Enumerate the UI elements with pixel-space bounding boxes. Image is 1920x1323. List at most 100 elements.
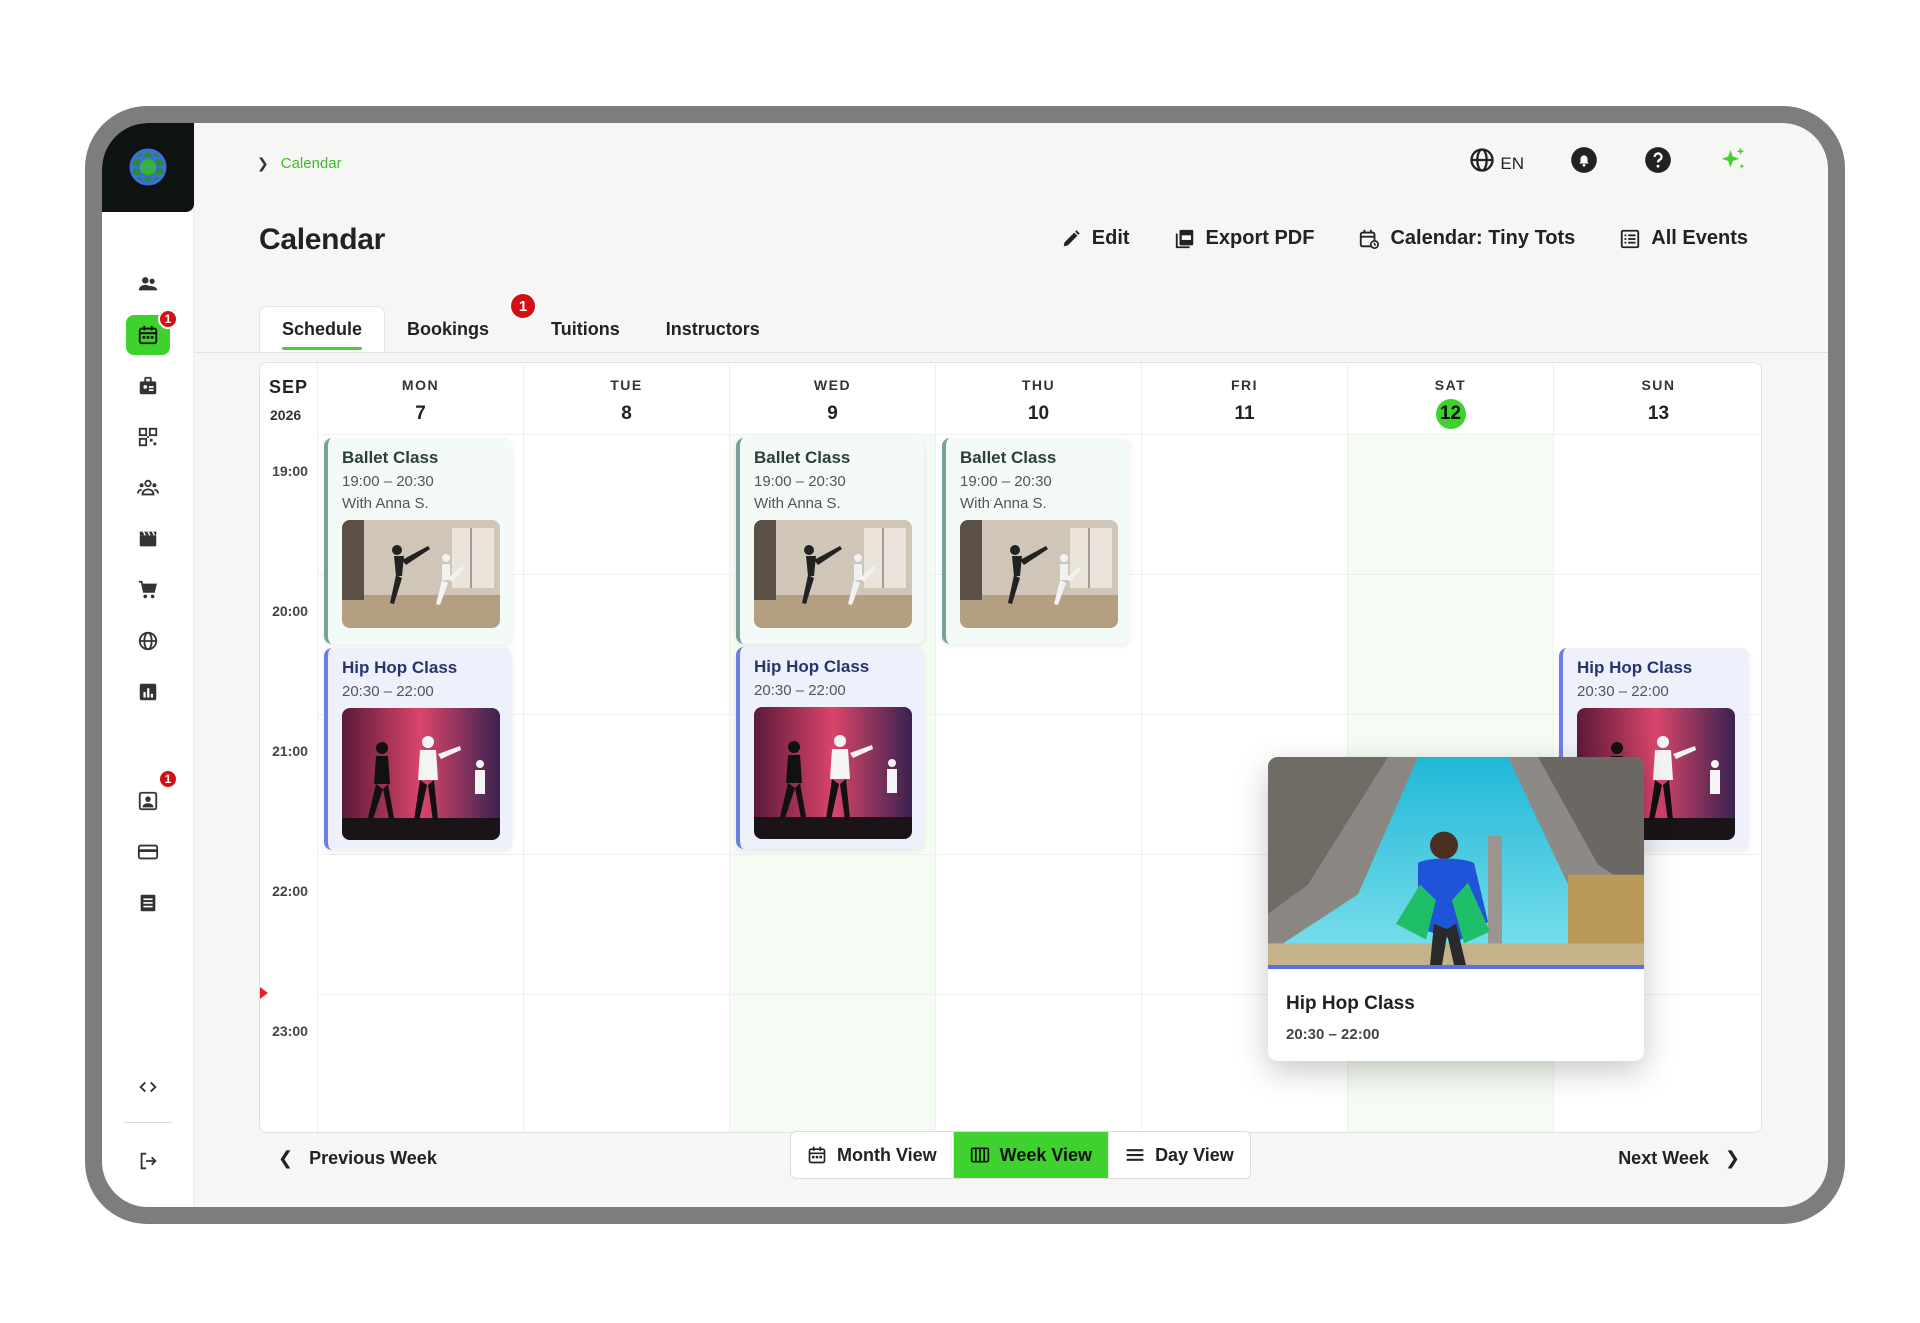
time-gutter: SEP 2026 19:00 20:00 21:00 22:00 23:00 bbox=[260, 363, 318, 1132]
sidebar-item-qr[interactable] bbox=[126, 417, 170, 457]
day-header: WED 9 bbox=[730, 363, 935, 434]
credit-card-icon bbox=[137, 844, 159, 860]
week-view-button[interactable]: Week View bbox=[953, 1132, 1110, 1178]
month-view-button[interactable]: Month View bbox=[791, 1132, 954, 1178]
pdf-icon bbox=[1175, 229, 1193, 248]
globe-icon bbox=[1470, 148, 1495, 172]
app-logo[interactable] bbox=[102, 123, 194, 212]
hour-label: 23:00 bbox=[272, 1023, 308, 1039]
globe-logo-icon bbox=[129, 148, 167, 186]
next-week-button[interactable]: Next Week ❯ bbox=[1618, 1148, 1740, 1169]
sidebar-item-groups[interactable] bbox=[126, 468, 170, 508]
popup-time: 20:30 – 22:00 bbox=[1286, 1026, 1380, 1043]
day-view-button[interactable]: Day View bbox=[1109, 1132, 1250, 1178]
badge-icon bbox=[139, 376, 157, 395]
chevron-right-icon: ❯ bbox=[257, 155, 269, 171]
day-header: MON 7 bbox=[318, 363, 523, 434]
event-ballet-thu[interactable]: Ballet Class 19:00 – 20:30 With Anna S. bbox=[942, 438, 1130, 644]
day-header: SAT 12 bbox=[1348, 363, 1553, 434]
hour-label: 20:00 bbox=[272, 603, 308, 619]
tab-instructors[interactable]: Instructors bbox=[644, 306, 782, 352]
help-button[interactable] bbox=[1644, 146, 1672, 174]
sidebar-item-website[interactable] bbox=[126, 621, 170, 661]
export-pdf-button[interactable]: Export PDF bbox=[1174, 227, 1314, 250]
sidebar-item-invoices[interactable] bbox=[126, 883, 170, 923]
sparkle-icon bbox=[1721, 147, 1745, 169]
sidebar-item-users[interactable] bbox=[126, 264, 170, 304]
calendar-select-button[interactable]: Calendar: Tiny Tots bbox=[1358, 227, 1575, 250]
ballet-thumbnail bbox=[960, 520, 1118, 628]
hour-label: 22:00 bbox=[272, 883, 308, 899]
sidebar-item-logout[interactable] bbox=[126, 1141, 170, 1181]
year-label: 2026 bbox=[270, 407, 302, 423]
top-actions: EN bbox=[1468, 145, 1748, 175]
day-header: SUN 13 bbox=[1554, 363, 1761, 434]
edit-button[interactable]: Edit bbox=[1060, 227, 1130, 250]
sidebar-item-contacts[interactable]: 1 bbox=[126, 769, 178, 821]
sidebar: 1 1 bbox=[102, 123, 194, 1207]
breadcrumb-current[interactable]: Calendar bbox=[281, 155, 342, 172]
notifications-button[interactable] bbox=[1570, 146, 1598, 174]
tab-schedule[interactable]: Schedule bbox=[259, 306, 386, 352]
tabs-divider bbox=[194, 352, 1828, 353]
users-icon bbox=[138, 277, 158, 291]
event-ballet-mon[interactable]: Ballet Class 19:00 – 20:30 With Anna S. bbox=[324, 438, 512, 644]
sidebar-item-embed[interactable] bbox=[126, 1067, 170, 1107]
ai-assistant-button[interactable] bbox=[1718, 145, 1748, 175]
grid-line bbox=[318, 714, 1761, 715]
breadcrumb: ❯ Calendar bbox=[257, 155, 342, 172]
language-label: EN bbox=[1500, 154, 1524, 173]
previous-week-button[interactable]: ❮ Previous Week bbox=[278, 1148, 437, 1169]
event-hiphop-mon[interactable]: Hip Hop Class 20:30 – 22:00 bbox=[324, 648, 512, 850]
ballet-thumbnail bbox=[754, 520, 912, 628]
sidebar-item-shop[interactable] bbox=[126, 570, 170, 610]
sidebar-item-media[interactable] bbox=[126, 519, 170, 559]
calendar-icon bbox=[138, 325, 158, 345]
sidebar-divider bbox=[124, 1122, 172, 1123]
cart-icon bbox=[138, 580, 157, 599]
sidebar-item-payments[interactable] bbox=[126, 832, 170, 872]
all-events-button[interactable]: All Events bbox=[1619, 227, 1748, 250]
tab-tuitions[interactable]: Tuitions bbox=[529, 306, 642, 352]
day-header: FRI 11 bbox=[1142, 363, 1347, 434]
event-preview-popup[interactable]: Hip Hop Class 20:30 – 22:00 bbox=[1268, 757, 1644, 1061]
hiphop-thumbnail bbox=[342, 708, 500, 840]
group-icon bbox=[137, 479, 159, 496]
code-icon bbox=[139, 1081, 157, 1093]
chevron-left-icon: ❮ bbox=[278, 1148, 294, 1168]
clapper-icon bbox=[139, 531, 157, 547]
day-rows-icon bbox=[1126, 1149, 1144, 1161]
day-header: TUE 8 bbox=[524, 363, 729, 434]
event-hiphop-wed[interactable]: Hip Hop Class 20:30 – 22:00 bbox=[736, 647, 924, 849]
event-ballet-wed[interactable]: Ballet Class 19:00 – 20:30 With Anna S. bbox=[736, 438, 924, 644]
sidebar-item-reports[interactable] bbox=[126, 672, 170, 712]
ballet-thumbnail bbox=[342, 520, 500, 628]
month-label: SEP bbox=[269, 377, 309, 397]
language-button[interactable]: EN bbox=[1468, 146, 1524, 174]
page-title: Calendar bbox=[259, 223, 385, 256]
calendar-sync-icon bbox=[1360, 229, 1380, 249]
hiphop-thumbnail bbox=[754, 707, 912, 839]
chevron-right-icon: ❯ bbox=[1724, 1148, 1740, 1168]
grid-line bbox=[318, 434, 1761, 435]
qr-icon bbox=[138, 427, 158, 447]
pencil-icon bbox=[1063, 229, 1080, 246]
sidebar-item-calendar[interactable]: 1 bbox=[126, 309, 178, 355]
contact-card-icon bbox=[138, 791, 158, 811]
chart-icon bbox=[139, 683, 157, 701]
hour-label: 19:00 bbox=[272, 463, 308, 479]
calendar-badge: 1 bbox=[158, 309, 178, 329]
contacts-badge: 1 bbox=[158, 769, 178, 789]
today-marker[interactable]: 12 bbox=[1435, 399, 1466, 429]
day-column-tue[interactable]: TUE 8 bbox=[524, 363, 730, 1132]
view-switcher: Month View Week View Day View bbox=[790, 1131, 1251, 1179]
help-icon bbox=[1645, 147, 1671, 173]
event-preview-image bbox=[1268, 757, 1644, 969]
tab-bar: Schedule Bookings 1 Tuitions Instructors bbox=[259, 292, 782, 352]
day-header: THU 10 bbox=[936, 363, 1141, 434]
tab-bookings[interactable]: Bookings 1 bbox=[385, 292, 538, 352]
page-actions: Edit Export PDF Calendar: Tiny Tots All … bbox=[1060, 227, 1748, 250]
list-icon bbox=[1621, 229, 1640, 248]
now-indicator-marker bbox=[260, 987, 268, 999]
sidebar-item-badge[interactable] bbox=[126, 366, 170, 406]
